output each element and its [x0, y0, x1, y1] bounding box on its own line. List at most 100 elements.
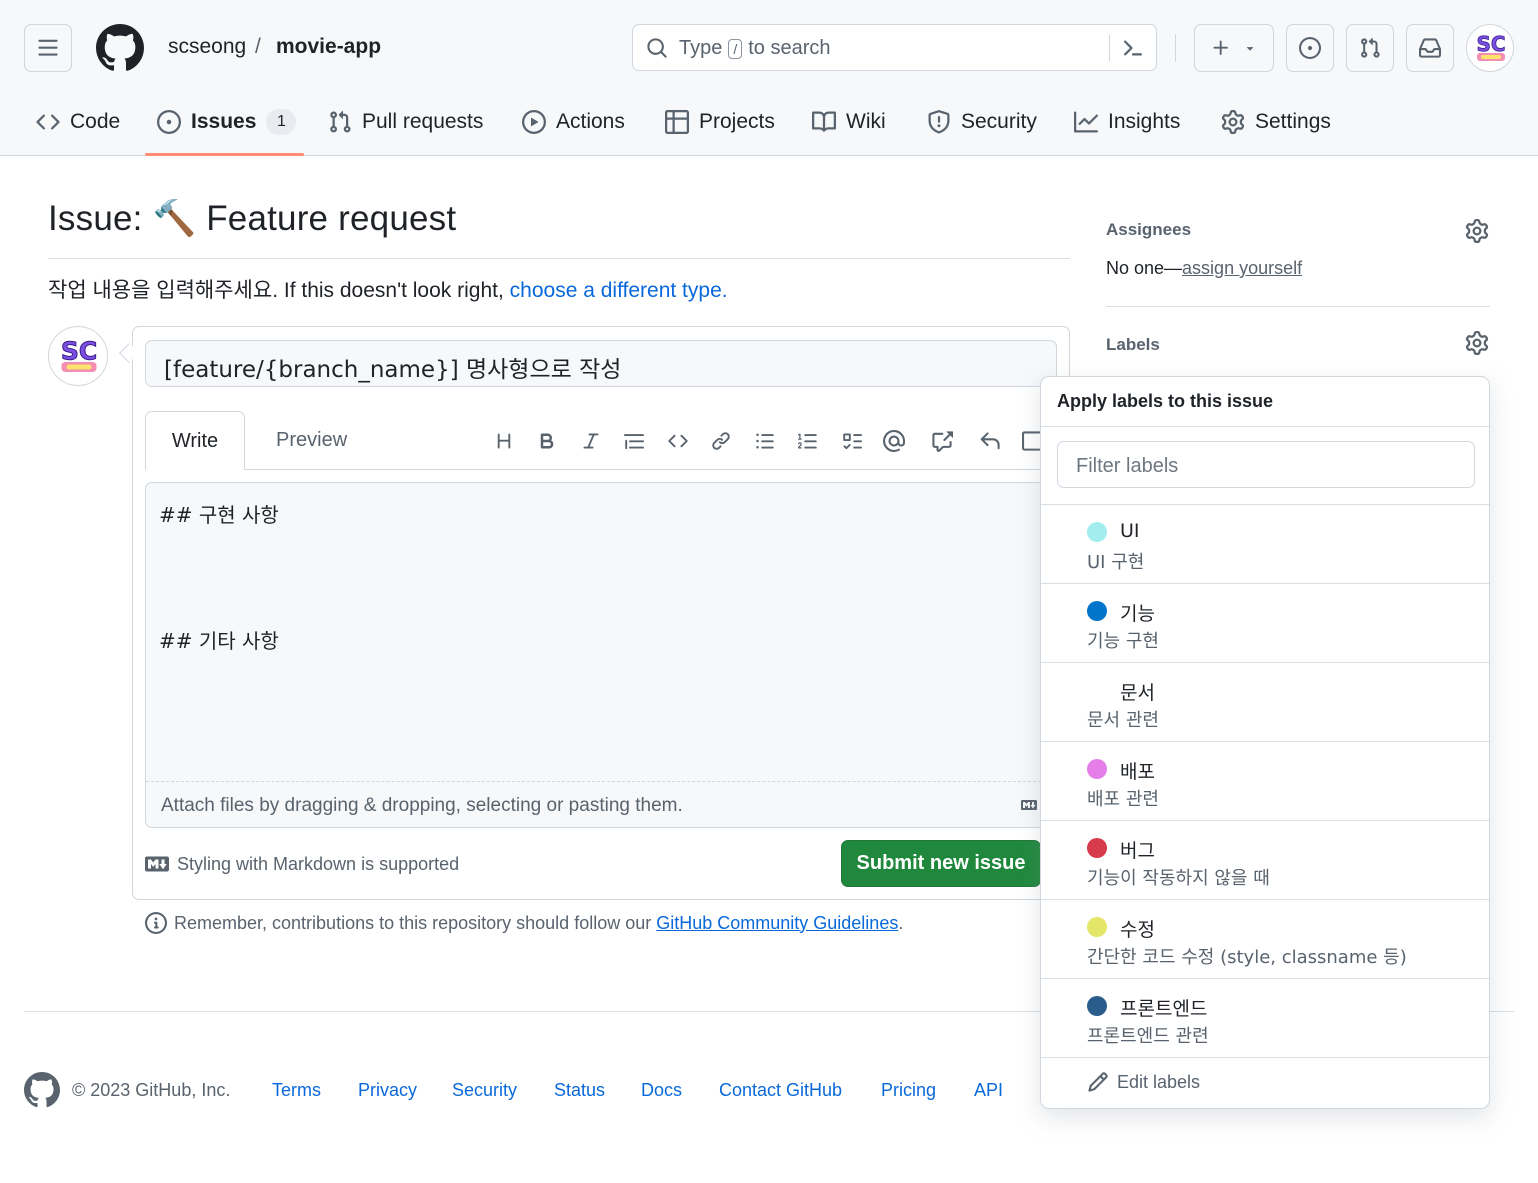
labels-gear-icon[interactable] [1465, 331, 1489, 355]
issue-opened-icon [1299, 37, 1321, 59]
footer-link-privacy[interactable]: Privacy [358, 1080, 417, 1101]
breadcrumb-owner[interactable]: scseong [168, 35, 246, 59]
label-color-dot [1087, 917, 1107, 937]
assignees-heading[interactable]: Assignees [1106, 220, 1191, 240]
footer-link-terms[interactable]: Terms [272, 1080, 321, 1101]
attach-files-hint[interactable]: Attach files by dragging & dropping, sel… [161, 795, 683, 817]
label-description: 간단한 코드 수정 (style, classname 등) [1087, 947, 1407, 968]
pull-requests-shortcut-button[interactable] [1346, 24, 1394, 72]
header-divider [1175, 34, 1176, 62]
italic-button[interactable] [576, 426, 606, 456]
tab-insights[interactable]: Insights [1074, 100, 1180, 144]
assignees-gear-icon[interactable] [1465, 219, 1489, 243]
svg-text:SC: SC [1476, 32, 1505, 56]
footer-link-pricing[interactable]: Pricing [881, 1080, 936, 1101]
code-button[interactable] [663, 426, 693, 456]
tab-write[interactable]: Write [145, 411, 245, 470]
search-input[interactable]: Type / to search [632, 24, 1157, 71]
task-list-button[interactable] [837, 426, 867, 456]
markdown-icon [145, 852, 169, 876]
unordered-list-button[interactable] [750, 426, 780, 456]
plus-icon [1211, 38, 1231, 58]
graph-icon [1074, 110, 1098, 134]
label-option[interactable]: 기능 기능 구현 [1041, 583, 1489, 662]
label-option[interactable]: 프론트엔드 프론트엔드 관련 [1041, 978, 1489, 1057]
edit-labels-link[interactable]: Edit labels [1087, 1071, 1200, 1093]
footer-link-docs[interactable]: Docs [641, 1080, 682, 1101]
tab-projects[interactable]: Projects [665, 100, 775, 144]
cross-reference-button[interactable] [927, 426, 957, 456]
footer-link-contact[interactable]: Contact GitHub [719, 1080, 842, 1101]
screen-full-icon [1022, 430, 1040, 452]
label-option[interactable]: UI UI 구현 [1041, 504, 1489, 583]
create-new-button[interactable] [1194, 24, 1274, 72]
label-color-dot [1087, 680, 1107, 700]
issue-title-input[interactable]: [feature/{branch_name}] 명사형으로 작성 [145, 340, 1057, 387]
command-palette-icon[interactable] [1121, 36, 1145, 60]
tab-settings[interactable]: Settings [1221, 100, 1331, 144]
user-avatar[interactable]: SC [1466, 24, 1514, 72]
tab-wiki[interactable]: Wiki [812, 100, 886, 144]
reply-button[interactable] [975, 426, 1005, 456]
body-line-1: ## 구현 사항 [159, 503, 279, 527]
title-divider [48, 258, 1070, 259]
search-icon [646, 37, 668, 59]
mention-button[interactable] [879, 426, 909, 456]
markdown-supported-note[interactable]: Styling with Markdown is supported [145, 852, 459, 876]
search-divider [1109, 35, 1110, 61]
link-button[interactable] [706, 426, 736, 456]
svg-text:SC: SC [61, 337, 97, 366]
issue-body-textarea[interactable]: ## 구현 사항 ## 기타 사항 Attach files by draggi… [145, 482, 1057, 828]
filter-labels-input[interactable]: Filter labels [1057, 441, 1475, 488]
tab-code[interactable]: Code [36, 100, 120, 144]
menu-button[interactable] [24, 24, 72, 72]
fullscreen-button[interactable] [1022, 426, 1040, 456]
editor-tabs-divider [145, 469, 1057, 470]
label-option[interactable]: 수정 간단한 코드 수정 (style, classname 등) [1041, 899, 1489, 978]
app-header: scseong / movie-app Type / to search SC … [0, 0, 1538, 156]
tab-pull-requests[interactable]: Pull requests [328, 100, 483, 144]
heading-button[interactable] [489, 426, 519, 456]
tab-actions[interactable]: Actions [522, 100, 625, 144]
github-logo-icon[interactable] [24, 1072, 60, 1108]
github-logo-icon[interactable] [96, 24, 144, 72]
info-icon [145, 912, 167, 934]
label-option[interactable]: 버그 기능이 작동하지 않을 때 [1041, 820, 1489, 899]
cross-reference-icon [931, 430, 953, 452]
labels-heading[interactable]: Labels [1106, 335, 1160, 355]
choose-different-type-link[interactable]: choose a different type. [510, 279, 728, 302]
label-option[interactable]: 배포 배포 관련 [1041, 741, 1489, 820]
tab-security[interactable]: Security [927, 100, 1037, 144]
tab-settings-label: Settings [1255, 110, 1331, 133]
tab-issues[interactable]: Issues 1 [157, 100, 297, 144]
edit-labels-text: Edit labels [1117, 1071, 1201, 1092]
footer-link-api[interactable]: API [974, 1080, 1003, 1101]
bold-button[interactable] [532, 426, 562, 456]
label-name: 버그 [1120, 840, 1155, 862]
label-description: UI 구현 [1087, 552, 1145, 573]
label-name: 기능 [1120, 603, 1155, 625]
breadcrumb-repo[interactable]: movie-app [276, 35, 381, 59]
label-color-dot [1087, 601, 1107, 621]
label-description: 배포 관련 [1087, 789, 1159, 810]
submit-new-issue-button[interactable]: Submit new issue [841, 840, 1041, 887]
footer-link-status[interactable]: Status [554, 1080, 605, 1101]
issues-shortcut-button[interactable] [1286, 24, 1334, 72]
tasklist-icon [842, 431, 862, 451]
tab-preview[interactable]: Preview [276, 429, 347, 452]
assign-yourself-link[interactable]: assign yourself [1182, 258, 1302, 278]
label-description: 프론트엔드 관련 [1087, 1026, 1209, 1047]
dropdown-divider [1041, 426, 1489, 427]
body-line-2: ## 기타 사항 [159, 629, 279, 653]
footer-link-security[interactable]: Security [452, 1080, 517, 1101]
label-color-dot [1087, 759, 1107, 779]
community-guidelines-link[interactable]: GitHub Community Guidelines [656, 913, 898, 933]
attach-divider [146, 781, 1056, 782]
ordered-list-button[interactable] [793, 426, 823, 456]
inbox-button[interactable] [1406, 24, 1454, 72]
label-option[interactable]: 문서 문서 관련 [1041, 662, 1489, 741]
quote-button[interactable] [619, 426, 649, 456]
remember-suffix: . [898, 912, 904, 933]
search-suffix: to search [748, 37, 831, 59]
search-shortcut-key: / [728, 38, 743, 59]
